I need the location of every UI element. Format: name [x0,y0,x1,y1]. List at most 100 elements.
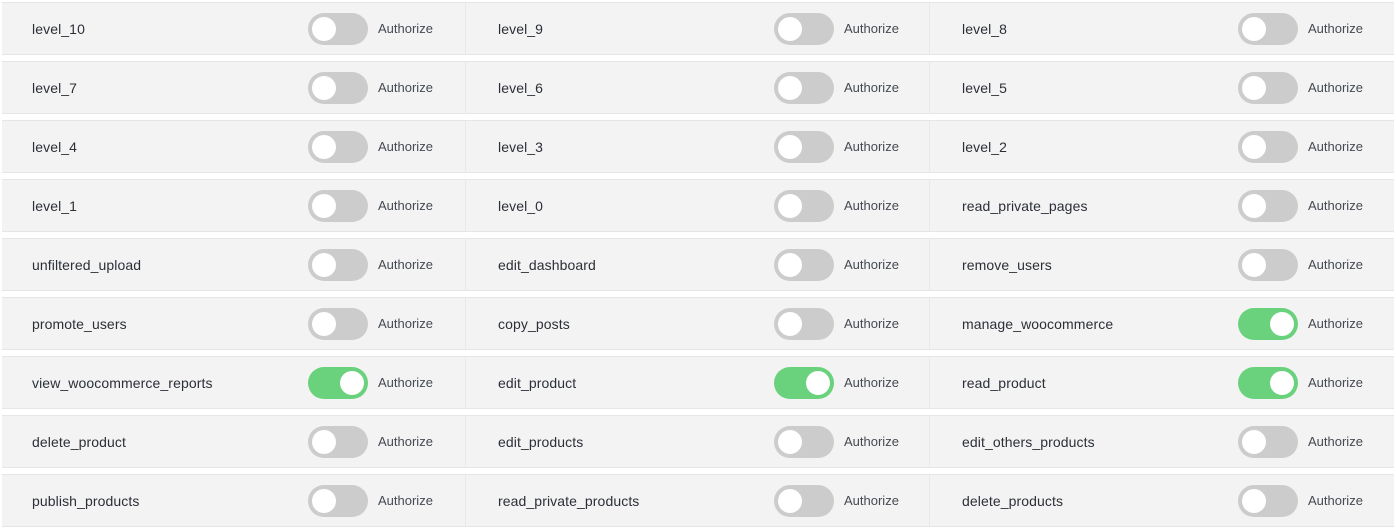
toggle-knob [312,488,336,513]
capability-name: level_4 [32,138,78,155]
authorize-toggle[interactable] [774,12,834,45]
capability-item: level_1 Authorize [2,180,465,231]
authorize-toggle[interactable] [774,484,834,517]
authorize-toggle[interactable] [308,425,368,458]
authorize-label: Authorize [844,492,899,508]
toggle-knob [778,134,802,159]
authorize-label: Authorize [378,315,433,331]
capability-item: level_3 Authorize [465,121,929,172]
capability-name: unfiltered_upload [32,256,142,273]
toggle-knob [778,429,802,454]
authorize-label: Authorize [844,79,899,95]
authorize-toggle[interactable] [774,366,834,399]
authorize-label: Authorize [844,433,899,449]
toggle-knob [312,193,336,218]
capability-item: level_0 Authorize [465,180,929,231]
capability-row: publish_products Authorize read_private_pr… [2,474,1394,527]
capability-name: promote_users [32,315,127,332]
capability-item: publish_products Authorize [2,475,465,526]
toggle-knob [312,429,336,454]
capability-item: promote_users Authorize [2,298,465,349]
toggle-knob [778,252,802,277]
toggle-knob [806,370,830,395]
authorize-toggle[interactable] [774,307,834,340]
capability-item: manage_woocommerce Authorize [929,298,1394,349]
capability-item: read_private_pages Authorize [929,180,1394,231]
capability-item: level_10 Authorize [2,3,465,54]
authorize-toggle[interactable] [308,366,368,399]
capability-item: read_product Authorize [929,357,1394,408]
authorize-toggle[interactable] [308,130,368,163]
authorize-label: Authorize [1308,20,1363,36]
toggle-knob [312,16,336,41]
authorize-label: Authorize [1308,256,1363,272]
authorize-label: Authorize [378,256,433,272]
capability-row: unfiltered_upload Authorize edit_dashboard… [2,238,1394,291]
capability-row: level_10 Authorize level_9 Authorize level_8… [2,2,1394,55]
capability-item: level_4 Authorize [2,121,465,172]
authorize-toggle[interactable] [308,71,368,104]
capability-item: remove_users Authorize [929,239,1394,290]
authorize-toggle[interactable] [1238,71,1298,104]
capability-name: read_private_products [498,492,640,509]
authorize-toggle[interactable] [1238,425,1298,458]
authorize-label: Authorize [1308,433,1363,449]
capability-name: copy_posts [498,315,570,332]
capability-item: edit_dashboard Authorize [465,239,929,290]
authorize-label: Authorize [844,20,899,36]
toggle-knob [312,311,336,336]
authorize-toggle[interactable] [1238,484,1298,517]
authorize-toggle[interactable] [774,130,834,163]
toggle-knob [1242,75,1266,100]
capability-name: level_10 [32,20,85,37]
authorize-toggle[interactable] [308,12,368,45]
authorize-toggle[interactable] [774,248,834,281]
capability-item: edit_others_products Authorize [929,416,1394,467]
authorize-toggle[interactable] [308,248,368,281]
toggle-knob [1242,16,1266,41]
capability-item: read_private_products Authorize [465,475,929,526]
toggle-knob [778,75,802,100]
capability-item: level_7 Authorize [2,62,465,113]
capability-name: view_woocommerce_reports [32,374,213,391]
toggle-knob [778,488,802,513]
capability-row: delete_product Authorize edit_products Auth… [2,415,1394,468]
authorize-label: Authorize [1308,374,1363,390]
capability-item: edit_product Authorize [465,357,929,408]
toggle-knob [340,370,364,395]
toggle-knob [1270,370,1294,395]
capability-item: level_8 Authorize [929,3,1394,54]
toggle-knob [778,311,802,336]
capability-item: view_woocommerce_reports Authorize [2,357,465,408]
authorize-toggle[interactable] [308,307,368,340]
authorize-toggle[interactable] [1238,130,1298,163]
authorize-toggle[interactable] [1238,307,1298,340]
capability-name: publish_products [32,492,140,509]
authorize-toggle[interactable] [308,484,368,517]
capability-row: view_woocommerce_reports Authorize edit_pr… [2,356,1394,409]
capability-item: level_5 Authorize [929,62,1394,113]
toggle-knob [1242,134,1266,159]
authorize-toggle[interactable] [774,189,834,222]
capability-name: edit_products [498,433,584,450]
capability-item: level_9 Authorize [465,3,929,54]
toggle-knob [312,134,336,159]
capability-name: level_0 [498,197,544,214]
authorize-toggle[interactable] [1238,12,1298,45]
capability-name: delete_product [32,433,127,450]
capability-name: level_6 [498,79,544,96]
authorize-toggle[interactable] [308,189,368,222]
authorize-toggle[interactable] [774,425,834,458]
toggle-knob [1242,429,1266,454]
toggle-knob [1242,252,1266,277]
authorize-toggle[interactable] [1238,366,1298,399]
capability-name: level_5 [962,79,1008,96]
authorize-label: Authorize [844,315,899,331]
authorize-label: Authorize [1308,138,1363,154]
authorize-toggle[interactable] [774,71,834,104]
authorize-label: Authorize [1308,79,1363,95]
authorize-toggle[interactable] [1238,189,1298,222]
capability-item: edit_products Authorize [465,416,929,467]
authorize-toggle[interactable] [1238,248,1298,281]
capability-item: copy_posts Authorize [465,298,929,349]
